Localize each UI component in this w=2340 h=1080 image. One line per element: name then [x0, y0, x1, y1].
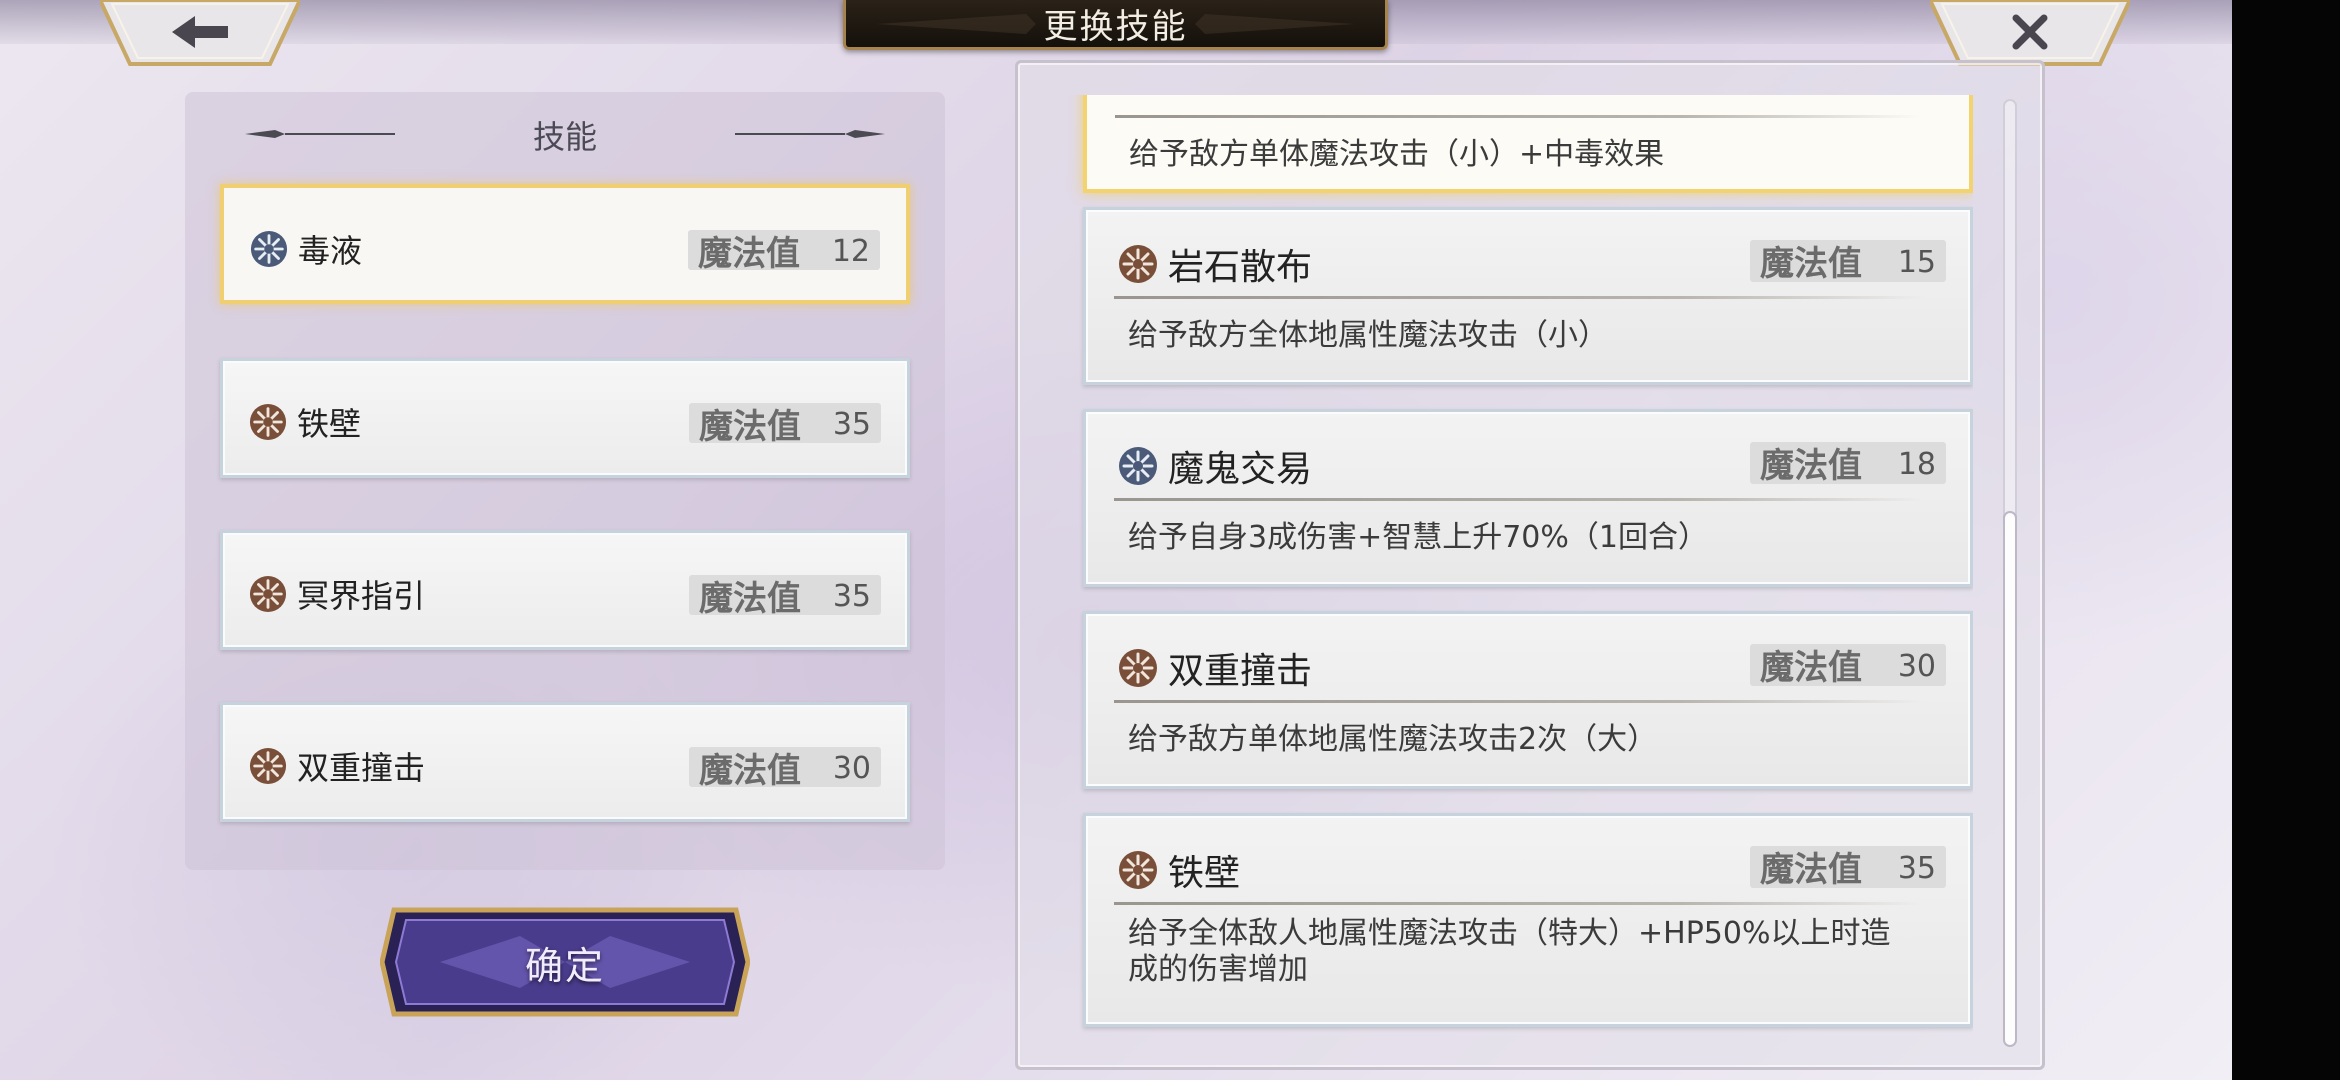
skill-card-selected[interactable]: 给予敌方单体魔法攻击（小）+中毒效果: [1083, 95, 1973, 193]
confirm-button[interactable]: 确定: [380, 900, 750, 1024]
mp-label: 魔法值: [699, 579, 801, 619]
skill-slot-4[interactable]: 双重撞击 魔法值 30: [220, 702, 910, 822]
title-plate: 更换技能: [843, 0, 1388, 50]
skill-name: 冥界指引: [297, 577, 426, 615]
earth-element-icon: [249, 747, 287, 785]
skill-list-panel: 给予敌方单体魔法攻击（小）+中毒效果 岩石散布 魔法值 15 给予敌方全体地属性…: [1015, 60, 2045, 1070]
mp-value: 30: [1897, 649, 1936, 684]
list-scrollbar[interactable]: [2003, 99, 2017, 1047]
skill-slot-2[interactable]: 铁壁 魔法值 35: [220, 358, 910, 478]
skill-card[interactable]: 岩石散布 魔法值 15 给予敌方全体地属性魔法攻击（小）: [1083, 207, 1973, 385]
skill-name: 铁壁: [297, 405, 362, 443]
wind-element-icon: [1119, 447, 1157, 485]
mp-label: 魔法值: [1760, 850, 1862, 890]
mp-label: 魔法值: [699, 407, 801, 447]
earth-element-icon: [1119, 851, 1157, 889]
card-divider: [1114, 296, 1922, 299]
skill-name: 魔鬼交易: [1168, 449, 1313, 490]
skill-description: 给予自身3成伤害+智慧上升70%（1回合）: [1128, 520, 1708, 555]
mp-label: 魔法值: [698, 234, 800, 274]
skill-card[interactable]: 双重撞击 魔法值 30 给予敌方单体地属性魔法攻击2次（大）: [1083, 611, 1973, 789]
skill-list[interactable]: 给予敌方单体魔法攻击（小）+中毒效果 岩石散布 魔法值 15 给予敌方全体地属性…: [1033, 95, 1973, 1053]
title-ornament-right: [1195, 14, 1355, 34]
earth-element-icon: [249, 403, 287, 441]
mp-value: 35: [1897, 851, 1936, 886]
skill-description: 给予敌方单体魔法攻击（小）+中毒效果: [1129, 137, 1665, 172]
mp-label: 魔法值: [1760, 446, 1862, 486]
skill-slot-1[interactable]: 毒液 魔法值 12: [220, 184, 910, 304]
mp-cost-badge: 魔法值 18: [1750, 442, 1946, 486]
mp-value: 35: [832, 579, 871, 614]
skill-name: 毒液: [298, 232, 363, 270]
mp-cost-badge: 魔法值 35: [1750, 846, 1946, 890]
skill-card[interactable]: 铁壁 魔法值 35 给予全体敌人地属性魔法攻击（特大）+HP50%以上时造成的伤…: [1083, 813, 1973, 1027]
page-title: 更换技能: [1043, 7, 1188, 47]
back-button[interactable]: [97, 0, 303, 66]
skill-name: 双重撞击: [1168, 651, 1313, 692]
skill-name: 铁壁: [1168, 853, 1241, 894]
earth-element-icon: [249, 575, 287, 613]
mp-cost-badge: 魔法值 30: [1750, 644, 1946, 688]
skill-name: 岩石散布: [1168, 247, 1313, 288]
ornament-right: [735, 130, 885, 138]
earth-element-icon: [1119, 649, 1157, 687]
mp-cost-badge: 魔法值 35: [689, 575, 881, 619]
mp-value: 15: [1897, 245, 1936, 280]
skill-name: 双重撞击: [297, 749, 426, 787]
game-screen: 更换技能 技能 毒液 魔法值 12 铁壁 魔法值 35 冥界指引 魔法值 35 …: [0, 0, 2232, 1080]
title-ornament-left: [876, 14, 1036, 34]
mp-cost-badge: 魔法值 30: [689, 747, 881, 791]
wind-element-icon: [250, 230, 288, 268]
card-divider: [1114, 902, 1922, 905]
screen-edge-bar: [2232, 0, 2340, 1080]
mp-value: 12: [831, 234, 870, 269]
mp-cost-badge: 魔法值 15: [1750, 240, 1946, 284]
equipped-skills-panel: 技能 毒液 魔法值 12 铁壁 魔法值 35 冥界指引 魔法值 35 双重撞击 …: [185, 92, 945, 870]
skill-description: 给予敌方单体地属性魔法攻击2次（大）: [1128, 722, 1658, 757]
card-divider: [1114, 498, 1922, 501]
card-divider: [1114, 700, 1922, 703]
mp-cost-badge: 魔法值 12: [688, 230, 880, 274]
skill-description: 给予全体敌人地属性魔法攻击（特大）+HP50%以上时造成的伤害增加: [1128, 916, 1891, 987]
mp-label: 魔法值: [699, 751, 801, 791]
mp-value: 18: [1897, 447, 1936, 482]
mp-value: 35: [832, 407, 871, 442]
skill-card[interactable]: 魔鬼交易 魔法值 18 给予自身3成伤害+智慧上升70%（1回合）: [1083, 409, 1973, 587]
scrollbar-thumb[interactable]: [2003, 511, 2017, 1047]
close-button[interactable]: [1927, 0, 2133, 66]
card-divider: [1115, 115, 1921, 118]
mp-label: 魔法值: [1760, 244, 1862, 284]
skill-slot-3[interactable]: 冥界指引 魔法值 35: [220, 530, 910, 650]
confirm-label: 确定: [524, 943, 605, 988]
mp-label: 魔法值: [1760, 648, 1862, 688]
section-header: 技能: [185, 112, 945, 156]
mp-cost-badge: 魔法值 35: [689, 403, 881, 447]
mp-value: 30: [832, 751, 871, 786]
skill-description: 给予敌方全体地属性魔法攻击（小）: [1128, 318, 1608, 353]
earth-element-icon: [1119, 245, 1157, 283]
